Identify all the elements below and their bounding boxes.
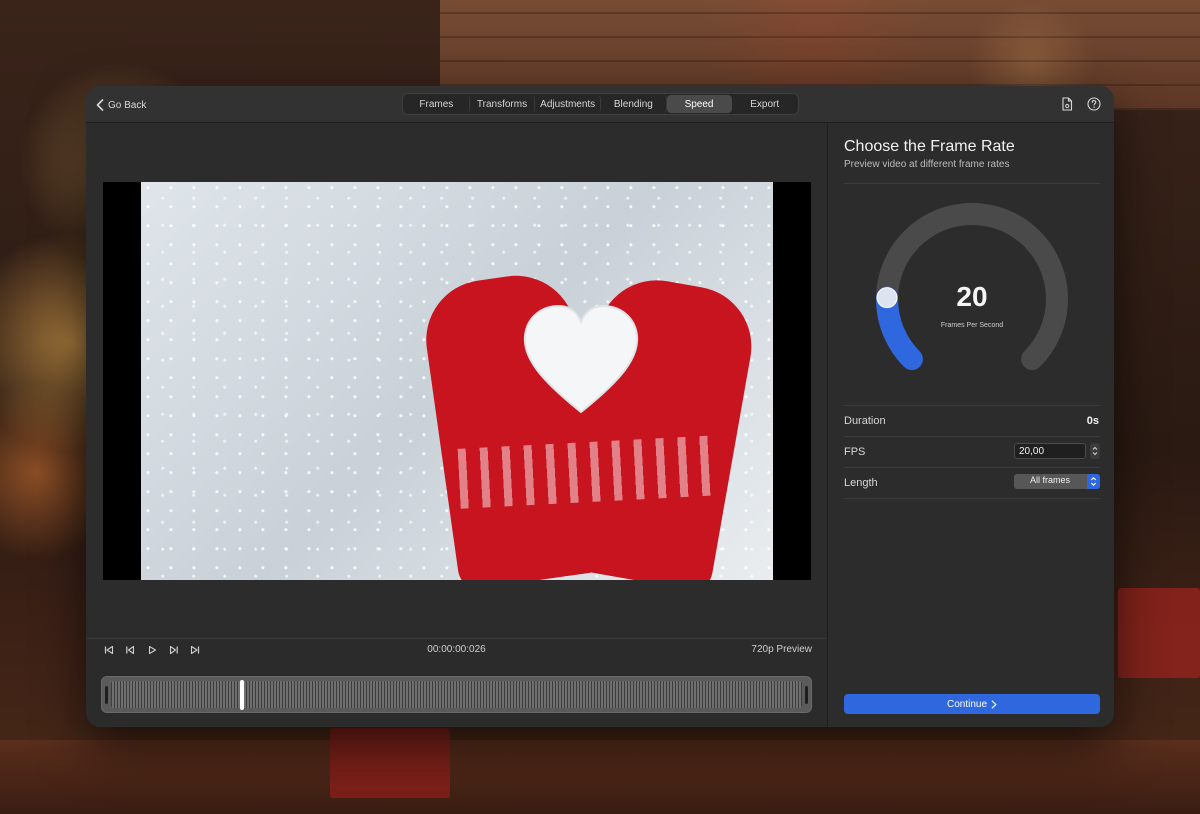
background-gift (1118, 588, 1200, 678)
tab-label: Blending (613, 98, 653, 110)
tab-label: Adjustments (540, 98, 596, 110)
timeline-frames-strip (111, 681, 802, 708)
timecode: 00:00:00:026 (427, 644, 486, 655)
divider (844, 467, 1100, 468)
fps-value-display: 20 (956, 281, 988, 312)
divider (844, 436, 1100, 437)
divider (844, 183, 1100, 184)
length-selected-value: All frames (1029, 475, 1070, 485)
chevron-left-icon (96, 99, 104, 111)
length-select[interactable]: All frames (1014, 474, 1100, 489)
panel-subtitle: Preview video at different frame rates (844, 159, 1010, 170)
chevron-right-icon (991, 699, 997, 709)
playback-controls: 00:00:00:026 720p Preview (86, 638, 827, 660)
tab-label: Transforms (476, 98, 528, 110)
video-preview[interactable] (103, 182, 811, 580)
title-bar: Go Back Frames Transforms Adjustments Bl… (86, 86, 1114, 123)
background-gift (330, 728, 450, 798)
continue-button[interactable]: Continue (844, 694, 1100, 714)
tab-bar: Frames Transforms Adjustments Blending S… (402, 93, 799, 115)
background-floor (0, 740, 1200, 814)
preview-quality-label: 720p Preview (751, 644, 812, 655)
tab-speed[interactable]: Speed (666, 95, 733, 113)
go-back-button[interactable]: Go Back (96, 96, 146, 114)
select-arrows (1087, 474, 1100, 489)
stepper-arrows-icon (1092, 446, 1098, 456)
fps-label: FPS (844, 446, 866, 458)
app-window: Go Back Frames Transforms Adjustments Bl… (86, 86, 1114, 727)
divider (844, 498, 1100, 499)
length-label: Length (844, 477, 878, 489)
fps-caption: Frames Per Second (940, 322, 1004, 329)
panel-title: Choose the Frame Rate (844, 138, 1015, 155)
trim-handle-start[interactable] (105, 686, 108, 704)
frame-rate-panel: Choose the Frame Rate Preview video at d… (827, 123, 1114, 727)
tab-label: Speed (684, 98, 714, 110)
help-icon[interactable] (1087, 97, 1101, 111)
timeline-scrubber[interactable] (101, 676, 812, 713)
tab-label: Export (750, 98, 780, 110)
playhead[interactable] (240, 680, 245, 710)
tab-label: Frames (419, 98, 454, 110)
tab-frames[interactable]: Frames (404, 95, 470, 113)
trim-handle-end[interactable] (805, 686, 808, 704)
continue-label: Continue (946, 698, 988, 710)
tab-blending[interactable]: Blending (601, 95, 667, 113)
divider (844, 405, 1100, 406)
preview-area (86, 123, 827, 638)
duration-value: 0s (1086, 415, 1099, 427)
go-back-label: Go Back (108, 99, 147, 111)
fps-input[interactable] (1014, 443, 1086, 459)
duration-label: Duration (844, 415, 886, 427)
document-icon[interactable] (1060, 97, 1074, 111)
tab-adjustments[interactable]: Adjustments (535, 95, 602, 113)
snow-heart (523, 304, 639, 414)
chevron-up-down-icon (1090, 477, 1097, 486)
fps-stepper[interactable] (1090, 443, 1100, 459)
tab-transforms[interactable]: Transforms (470, 95, 536, 113)
video-frame-image (141, 182, 773, 580)
tab-export[interactable]: Export (732, 95, 797, 113)
